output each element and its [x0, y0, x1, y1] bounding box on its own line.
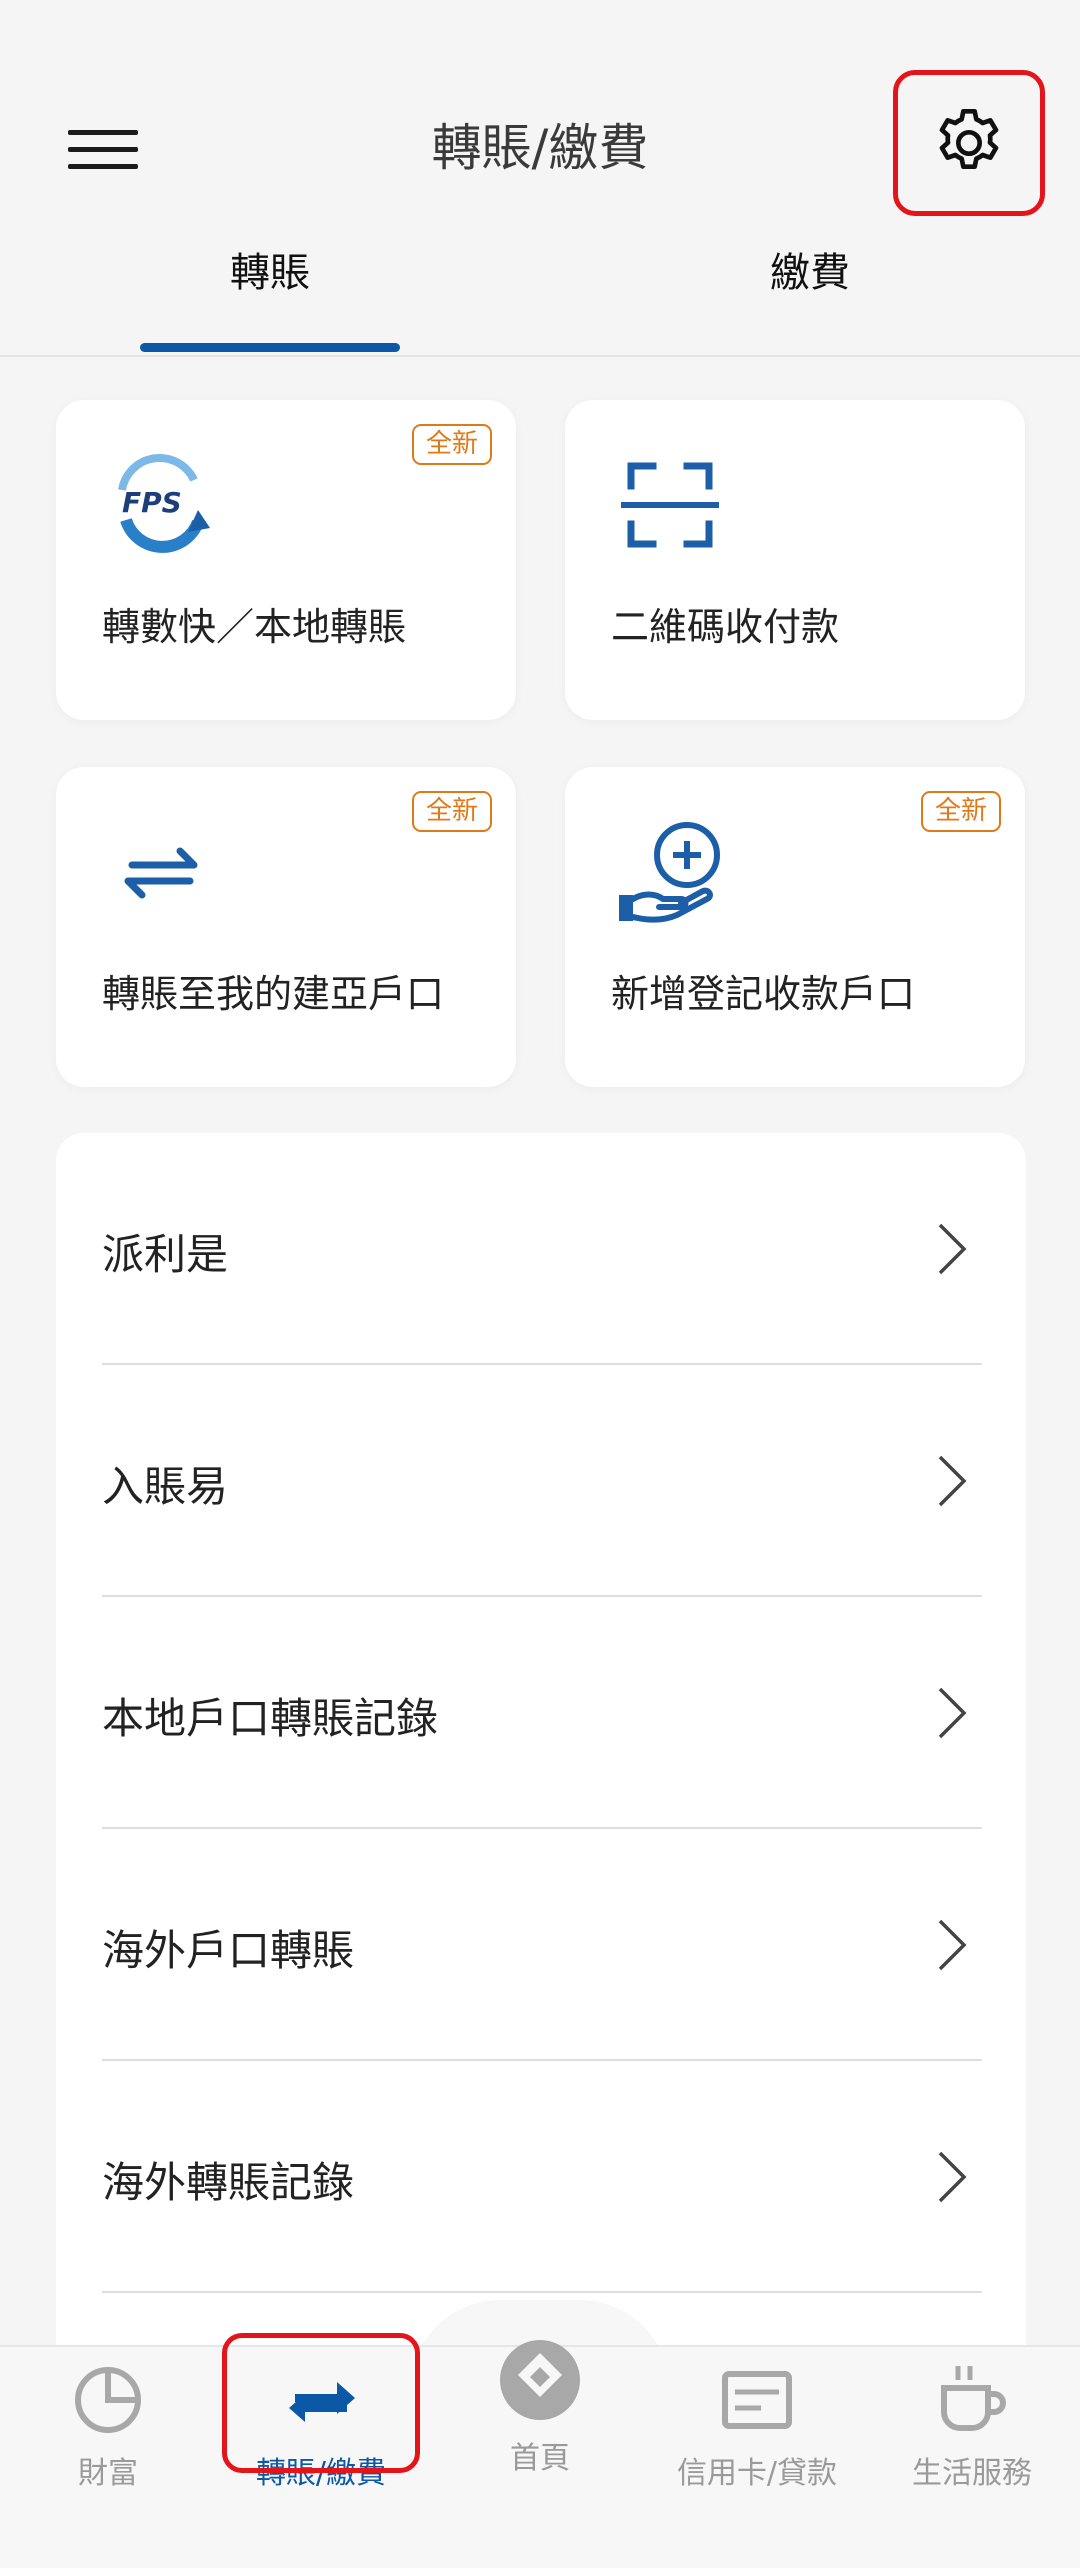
card-fps-transfer[interactable]: FPS 全新 轉數快／本地轉賬 [56, 400, 516, 720]
nav-item-wealth[interactable]: 財富 [13, 2360, 203, 2492]
settings-button[interactable] [893, 70, 1045, 216]
list-item-label: 派利是 [102, 1230, 229, 1279]
qr-scan-icon [621, 462, 719, 548]
list-item-easy-deposit[interactable]: 入賬易 [102, 1365, 982, 1597]
card-label: 轉數快／本地轉賬 [102, 605, 407, 649]
card-label: 二維碼收付款 [611, 605, 840, 649]
chevron-right-icon [938, 1919, 967, 1971]
svg-text:FPS: FPS [122, 486, 182, 519]
hand-add-icon [619, 822, 720, 923]
tab-transfer[interactable]: 轉賬 [120, 240, 420, 298]
nav-label: 信用卡/貸款 [676, 2456, 838, 2491]
pie-chart-icon [75, 2367, 141, 2433]
nav-label: 財富 [78, 2456, 138, 2491]
fps-icon: FPS [118, 454, 210, 553]
chevron-right-icon [938, 1223, 967, 1275]
list-item-label: 海外戶口轉賬 [102, 1926, 355, 1975]
new-badge: 全新 [920, 791, 1001, 832]
nav-item-lifestyle-services[interactable]: 生活服務 [877, 2360, 1067, 2492]
chevron-right-icon [938, 1687, 967, 1739]
card-transfer-own-account[interactable]: 全新 轉賬至我的建亞戶口 [56, 767, 516, 1087]
app-header: 轉賬/繳費 轉賬 繳費 [0, 0, 1080, 357]
list-item-overseas-transfer-records[interactable]: 海外轉賬記錄 [102, 2061, 982, 2293]
list-item-label: 本地戶口轉賬記錄 [102, 1694, 439, 1743]
list-item-local-transfer-records[interactable]: 本地戶口轉賬記錄 [102, 1597, 982, 1829]
nav-item-home[interactable]: 首頁 [445, 2335, 635, 2477]
new-badge: 全新 [411, 791, 492, 832]
active-tab-indicator [140, 343, 400, 352]
new-badge: 全新 [411, 424, 492, 465]
home-logo-icon [500, 2340, 580, 2420]
credit-card-icon [722, 2371, 792, 2429]
chevron-right-icon [938, 1455, 967, 1507]
coffee-cup-icon [941, 2366, 1006, 2431]
nav-label: 首頁 [510, 2441, 570, 2476]
card-label: 新增登記收款戶口 [611, 972, 916, 1016]
list-item-red-packet[interactable]: 派利是 [102, 1133, 982, 1365]
nav-label: 生活服務 [912, 2456, 1032, 2491]
nav-item-credit-card-loan[interactable]: 信用卡/貸款 [662, 2360, 852, 2492]
card-label: 轉賬至我的建亞戶口 [102, 972, 445, 1016]
transfer-arrows-icon [124, 847, 198, 899]
list-item-label: 入賬易 [102, 1462, 229, 1511]
card-add-payee-account[interactable]: 全新 新增登記收款戶口 [565, 767, 1025, 1087]
card-qr-code-payment[interactable]: 二維碼收付款 [565, 400, 1025, 720]
tab-bill-payment[interactable]: 繳費 [660, 240, 960, 298]
gear-icon [939, 109, 999, 170]
list-item-label: 海外轉賬記錄 [102, 2158, 355, 2207]
chevron-right-icon [938, 2151, 967, 2203]
list-item-overseas-transfer[interactable]: 海外戶口轉賬 [102, 1829, 982, 2061]
active-tab-highlight [222, 2333, 420, 2473]
